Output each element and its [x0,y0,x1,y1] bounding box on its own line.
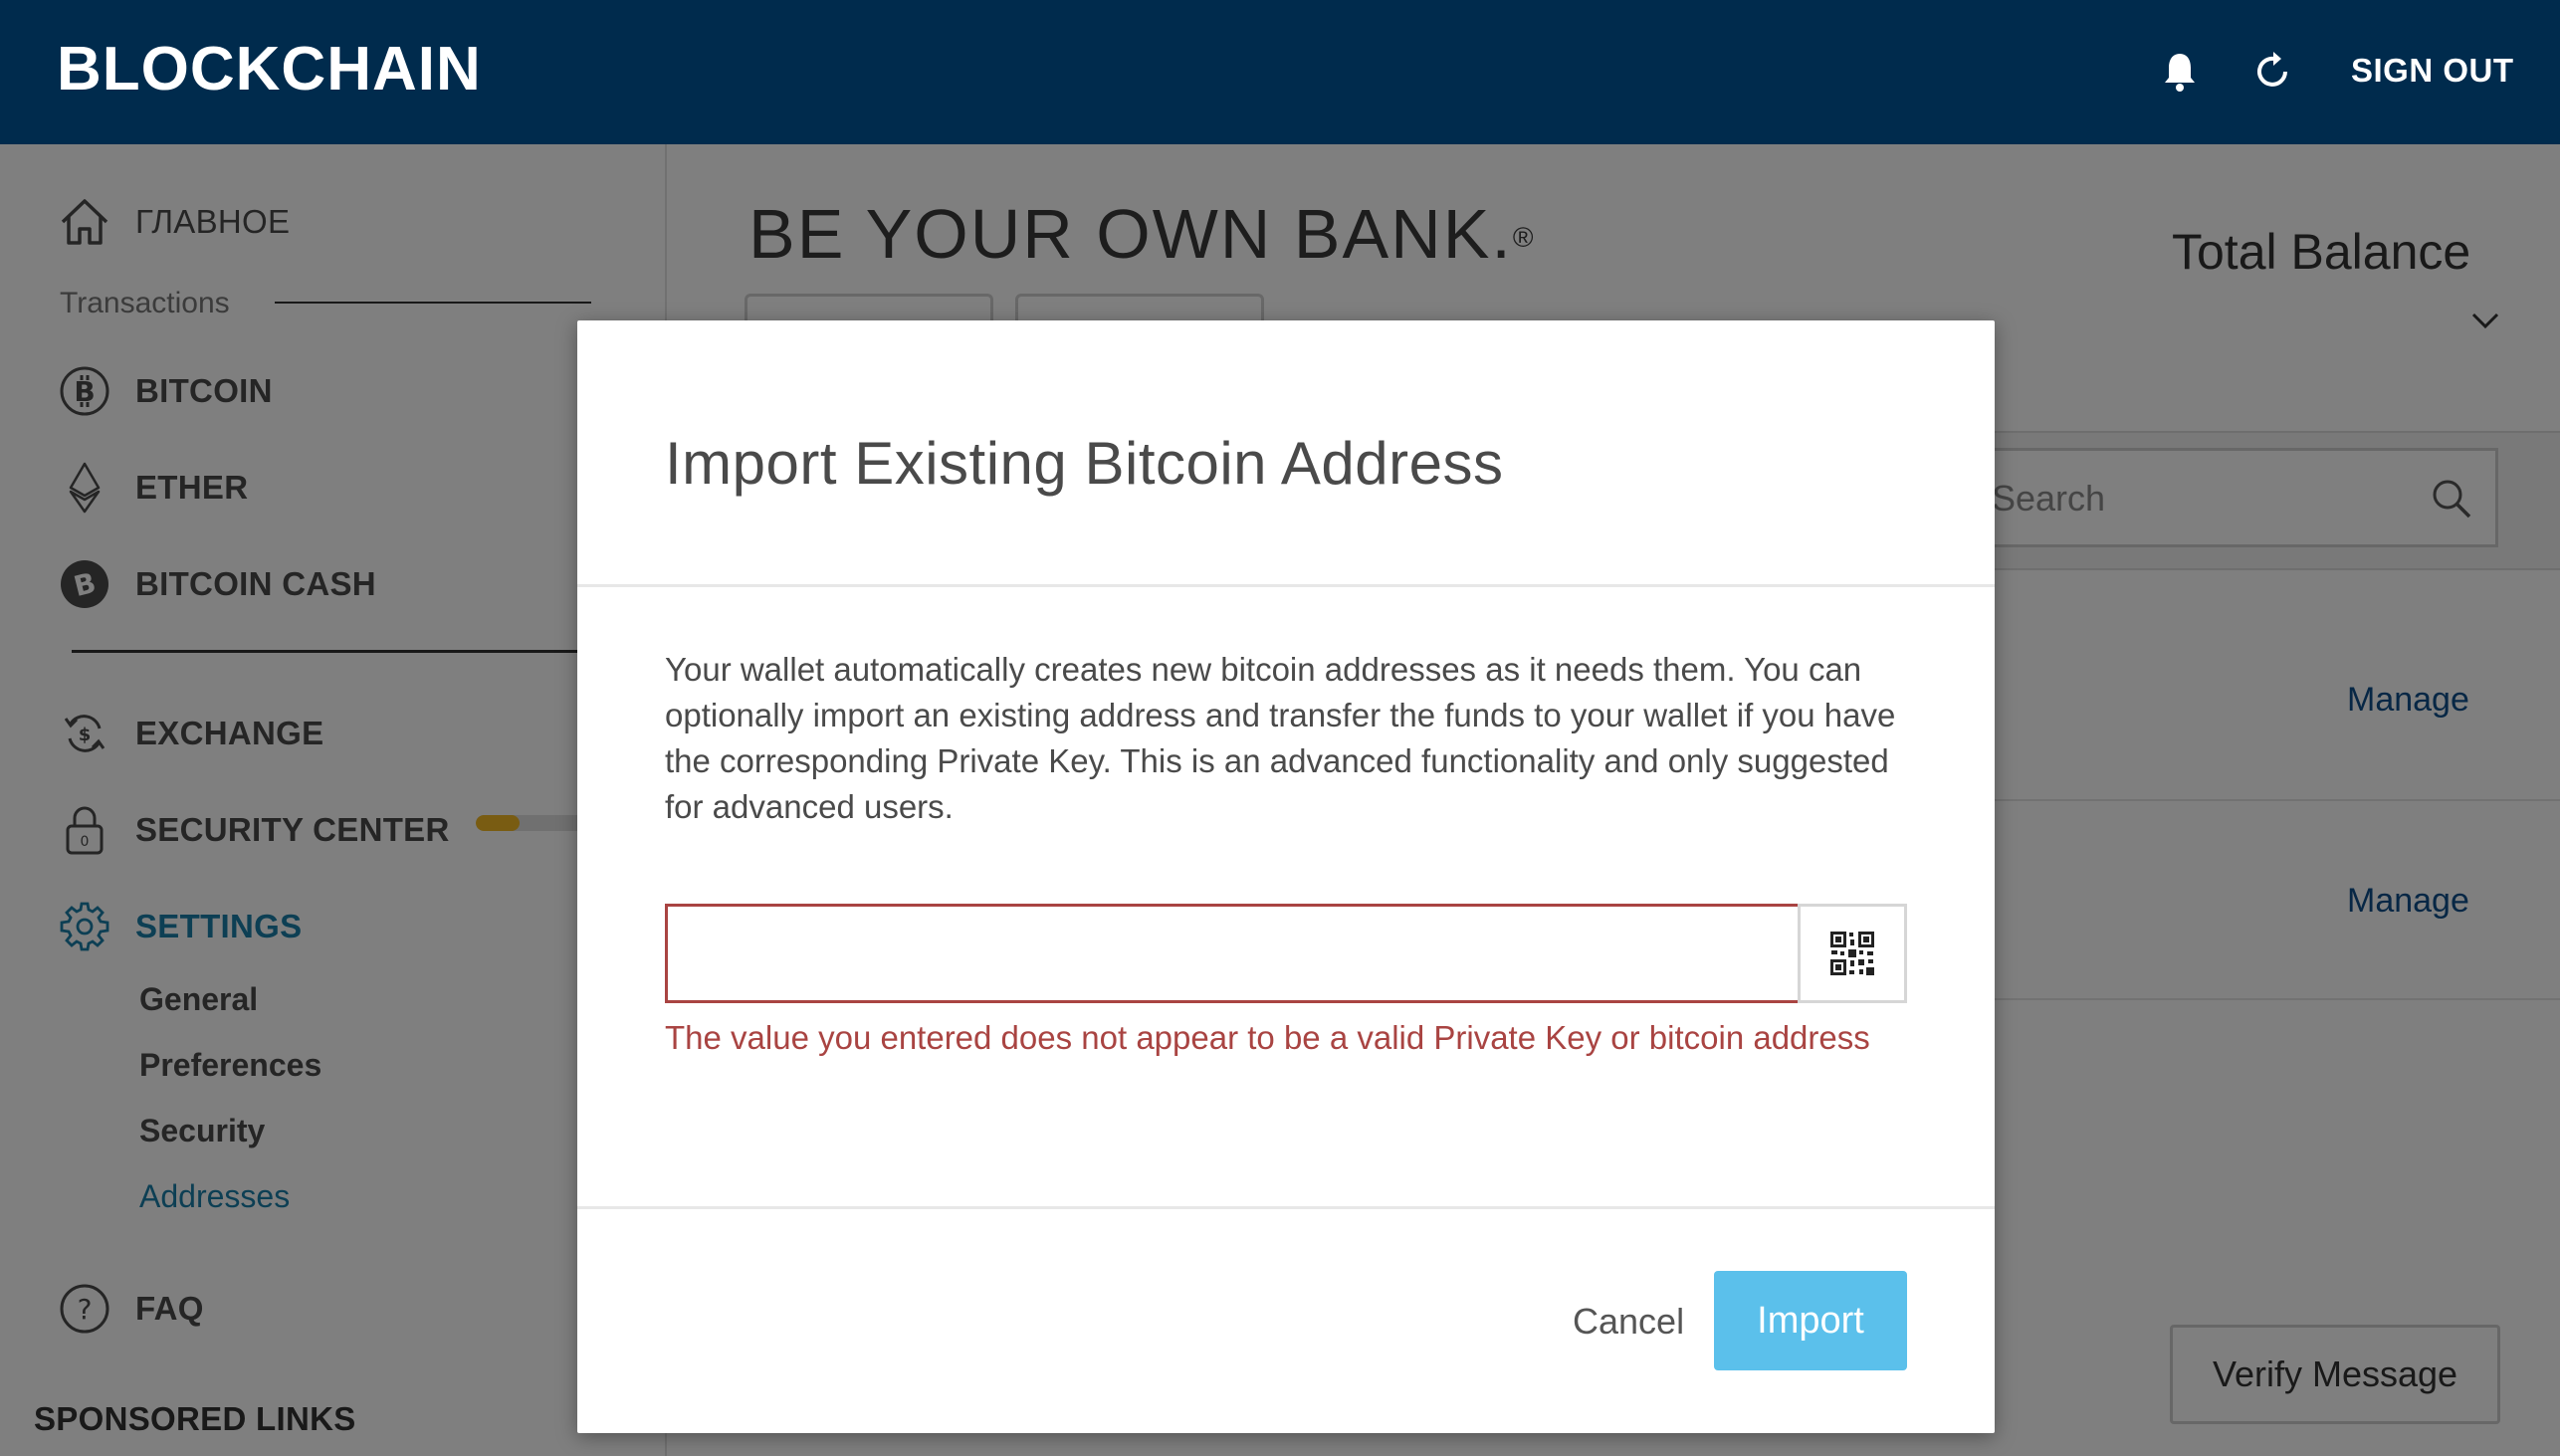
qr-code-icon [1830,932,1874,975]
bell-icon[interactable] [2162,50,2198,94]
divider [577,584,1995,587]
qr-scan-button[interactable] [1798,904,1907,1003]
top-bar: BLOCKCHAIN SIGN OUT [0,0,2560,144]
blockchain-logo[interactable]: BLOCKCHAIN [57,34,482,105]
validation-error: The value you entered does not appear to… [665,1019,1870,1056]
cancel-button[interactable]: Cancel [1573,1300,1684,1344]
refresh-icon[interactable] [2251,50,2293,94]
modal-description: Your wallet automatically creates new bi… [665,651,1896,825]
private-key-input[interactable] [665,904,1802,1003]
import-address-modal: Import Existing Bitcoin Address Your wal… [577,320,1995,1433]
divider [577,1206,1995,1209]
import-button[interactable]: Import [1714,1271,1907,1370]
sign-out-button[interactable]: SIGN OUT [2351,50,2514,92]
modal-title: Import Existing Bitcoin Address [665,430,1504,497]
